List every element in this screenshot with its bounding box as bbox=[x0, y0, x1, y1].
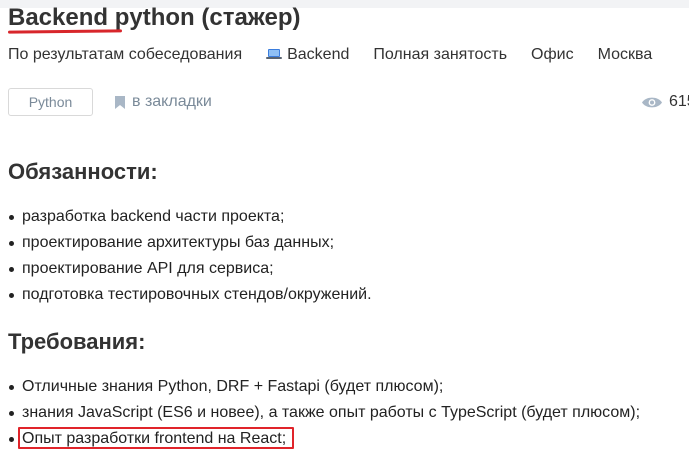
vacancy-actions: Python в закладки 615 bbox=[8, 88, 689, 118]
list-item: проектирование API для сервиса; bbox=[8, 256, 372, 282]
eye-icon bbox=[642, 97, 662, 107]
category-link[interactable]: Backend bbox=[266, 45, 349, 65]
city: Москва bbox=[597, 46, 653, 63]
list-item: проектирование архитектуры баз данных; bbox=[8, 230, 372, 256]
annotation-highlight-box bbox=[18, 427, 294, 449]
bookmark-icon bbox=[115, 95, 125, 109]
list-item: знания JavaScript (ES6 и новее), а также… bbox=[8, 400, 640, 426]
views-count: 615 bbox=[669, 93, 689, 110]
workplace-type: Офис bbox=[531, 46, 574, 63]
employment-type: Полная занятость bbox=[373, 46, 508, 63]
views-counter: 615 bbox=[642, 88, 689, 116]
duties-heading: Обязанности: bbox=[8, 159, 158, 184]
list-item: Отличные знания Python, DRF + Fastapi (б… bbox=[8, 374, 640, 400]
bookmark-label: в закладки bbox=[132, 93, 212, 110]
requirements-heading: Требования: bbox=[8, 329, 146, 354]
list-item: подготовка тестировочных стендов/окружен… bbox=[8, 282, 372, 308]
vacancy-title: Backend python (стажер) bbox=[8, 4, 301, 31]
laptop-icon bbox=[266, 49, 283, 59]
salary-info: По результатам собеседования bbox=[8, 46, 243, 63]
duties-list: разработка backend части проекта; проект… bbox=[8, 204, 372, 308]
tag-python[interactable]: Python bbox=[8, 88, 93, 116]
category-label: Backend bbox=[287, 46, 350, 63]
vacancy-meta: По результатам собеседования Backend Пол… bbox=[8, 45, 676, 65]
annotation-underline bbox=[7, 29, 123, 34]
list-item: разработка backend части проекта; bbox=[8, 204, 372, 230]
bookmark-button[interactable]: в закладки bbox=[115, 88, 212, 116]
